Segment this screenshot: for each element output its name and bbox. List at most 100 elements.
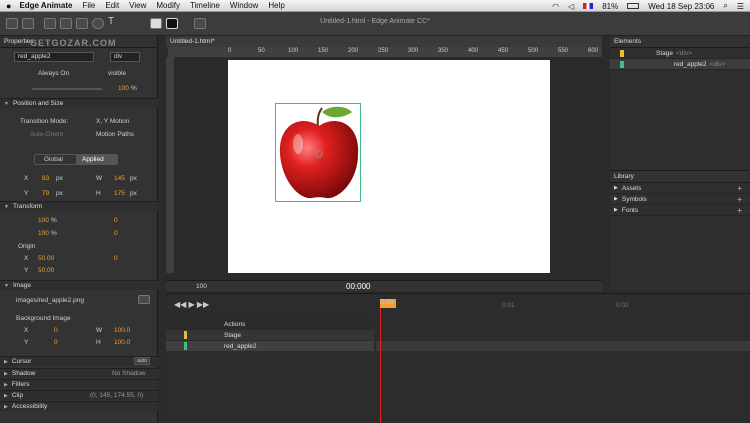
transition-mode-label: Transition Mode: [20,118,69,125]
origin-x-value[interactable]: 50.00 [38,255,54,262]
auto-orient-checkbox[interactable]: Auto-Orient [30,131,63,138]
menu-window[interactable]: Window [230,1,258,10]
menu-help[interactable]: Help [268,1,284,10]
x-label: X [24,175,29,182]
overflow-value[interactable]: Always On [38,70,69,77]
ruler-label: 350 [438,48,449,54]
library-fonts[interactable]: ▶ Fonts + [610,205,750,216]
library-symbols[interactable]: ▶ Symbols + [610,194,750,205]
vertical-ruler [166,57,174,273]
ruler-label: 400 [468,48,479,54]
menu-bar: ● Edge Animate File Edit View Modify Tim… [0,0,750,12]
skew-y-value[interactable]: 0 [114,230,118,237]
library-tab[interactable]: Library [610,171,750,183]
ruler-label: 550 [558,48,569,54]
w-unit: px [130,175,137,182]
horizontal-ruler: 0 50 100 150 200 250 300 350 400 450 500 550 600 [168,47,602,57]
timeline-row-stage[interactable]: Stage [166,330,374,340]
accessibility-section[interactable]: ▶ Accessibility [0,401,158,411]
add-fonts-icon[interactable]: + [737,206,742,215]
background-image-label: Background Image [16,315,71,322]
stage-row-tag [184,331,187,339]
menu-view[interactable]: View [129,1,146,10]
ruler-label: 0 [228,48,232,54]
origin-y-value[interactable]: 50.00 [38,267,54,274]
origin-label: Origin [18,243,36,250]
bg-w-value[interactable]: 100.0 [114,327,130,334]
shadow-value: No Shadow [112,370,146,377]
cursor-button[interactable]: auto [134,357,150,365]
global-button[interactable]: Global [44,156,63,163]
add-assets-icon[interactable]: + [737,184,742,193]
ruler-label: 50 [258,48,265,54]
play-controls-icon[interactable]: ◀◀ ▶ ▶▶ [174,300,209,309]
menu-modify[interactable]: Modify [156,1,180,10]
h-label: H [96,190,101,197]
clock[interactable]: Wed 18 Sep 23:06 [648,2,714,11]
stage-canvas[interactable] [228,60,550,273]
motion-paths-radio[interactable]: Motion Paths [96,131,134,138]
timeline-row-red-apple2[interactable]: red_apple2 [166,341,374,351]
bg-x-value[interactable]: 0 [54,327,58,334]
apple-menu-icon[interactable]: ● [6,1,11,11]
spotlight-icon[interactable]: ⌕ [723,1,727,11]
app-menu[interactable]: Edge Animate [19,1,72,10]
bg-y-value[interactable]: 0 [54,339,58,346]
bg-h-label: H [96,339,101,346]
x-value[interactable]: 83 [42,175,49,182]
menu-edit[interactable]: Edit [105,1,119,10]
elements-panel: Elements Stage <div> red_apple2 <div> [610,36,750,170]
document-tab[interactable]: Untitled-1.html* [170,38,214,45]
opacity-value[interactable]: 100 [118,85,129,92]
origin-x-label: X [24,255,29,262]
apple-track[interactable] [376,341,750,351]
opacity-slider[interactable] [32,88,102,90]
menu-timeline[interactable]: Timeline [190,1,220,10]
opacity-unit: % [131,85,137,92]
skew-x-value[interactable]: 0 [114,217,118,224]
w-value[interactable]: 145 [114,175,125,182]
rotate-value[interactable]: 0 [114,255,118,262]
scale-y-value[interactable]: 100 [38,230,49,237]
h-value[interactable]: 175 [114,190,125,197]
timeline-panel: ◀◀ ▶ ▶▶ 0:00 0:01 0:02 Actions Stage red… [166,293,750,423]
display-value[interactable]: visible [108,70,126,77]
ruler-label: 300 [408,48,419,54]
stage-tab-bar: Untitled-1.html* [166,36,602,47]
y-value[interactable]: 79 [42,190,49,197]
add-symbols-icon[interactable]: + [737,195,742,204]
flag-icon[interactable] [583,3,594,9]
xy-motion-radio[interactable]: X, Y Motion [96,118,129,125]
element-row-stage[interactable]: Stage <div> [610,48,750,59]
image-swap-icon[interactable] [138,295,150,304]
battery-icon[interactable] [627,3,640,9]
playhead-time[interactable]: 0:00 [380,299,396,308]
playhead-line[interactable] [380,308,381,423]
apple-color-tag [620,61,624,68]
stage-color-tag [620,50,624,57]
properties-panel: Properties GETGOZAR.COM red_apple2 div A… [0,36,158,422]
wifi-icon[interactable]: ◠ [552,2,559,11]
battery-percent[interactable]: 81% [602,2,618,11]
zoom-value[interactable]: 100 [196,283,207,290]
transform-section[interactable]: ▼ Transform [0,201,158,211]
bg-h-value[interactable]: 100.0 [114,339,130,346]
elements-tab[interactable]: Elements [610,36,750,48]
list-icon[interactable]: ☰ [737,2,744,11]
element-row-red-apple2[interactable]: red_apple2 <div> [610,59,750,70]
stage-time: 00:000 [346,282,371,291]
selection-box[interactable] [275,103,361,202]
tick-1s: 0:01 [502,302,515,309]
image-section[interactable]: ▼ Image [0,280,158,290]
image-path[interactable]: images/red_apple2.png [16,297,84,304]
ruler-label: 500 [528,48,539,54]
scale-x-value[interactable]: 100 [38,217,49,224]
filters-section[interactable]: ▶ Filters [0,379,158,389]
timeline-actions-row[interactable]: Actions [166,319,374,329]
position-size-section[interactable]: ▼ Position and Size [0,98,158,108]
volume-icon[interactable]: ◁ [568,2,574,11]
library-assets[interactable]: ▶ Assets + [610,183,750,194]
ruler-label: 450 [498,48,509,54]
menu-file[interactable]: File [82,1,95,10]
applied-button[interactable]: Applied [82,156,104,163]
